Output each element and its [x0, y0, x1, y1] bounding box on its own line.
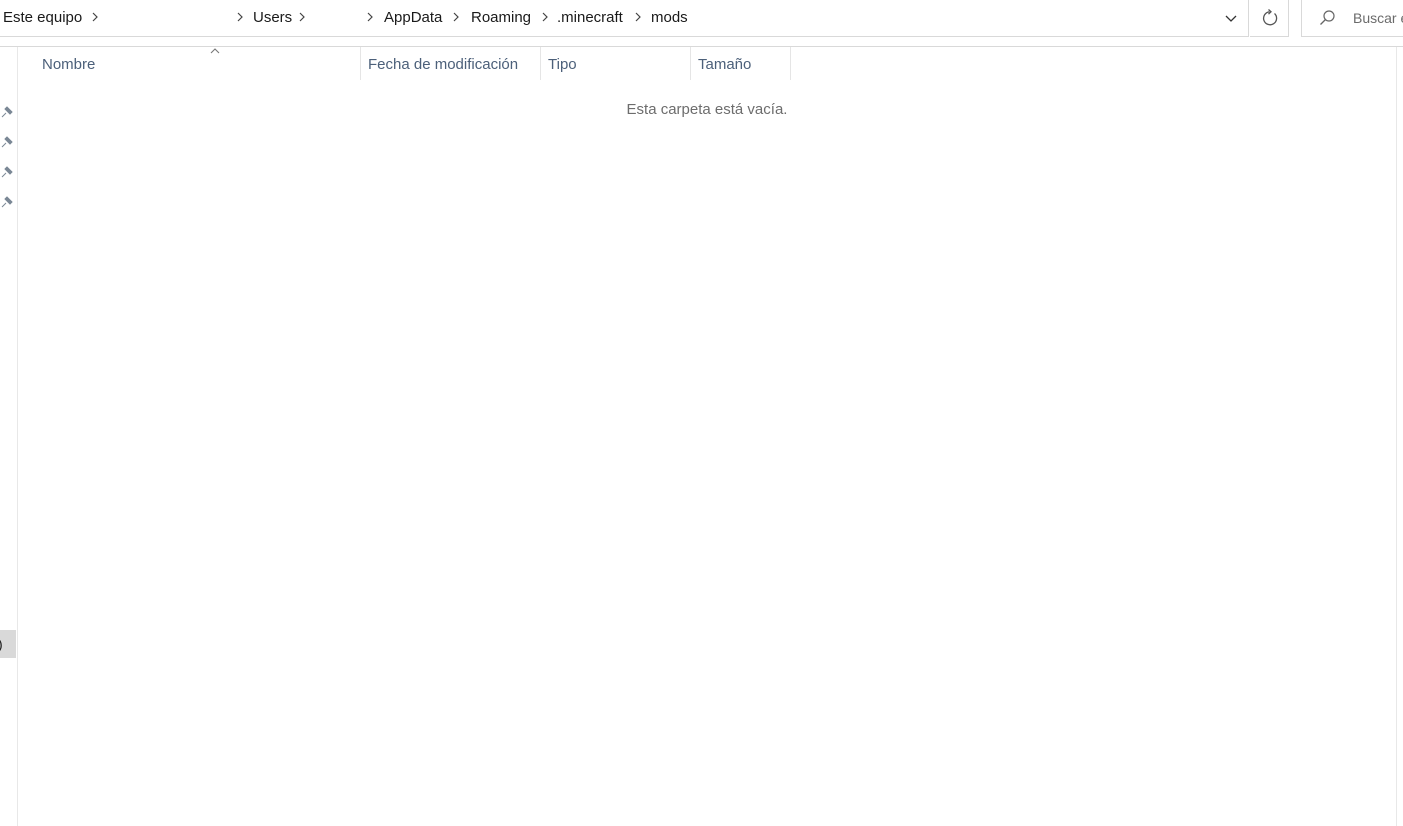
nav-item-selected-label: )	[0, 636, 3, 652]
column-header-label: Fecha de modificación	[368, 56, 519, 73]
breadcrumb-minecraft[interactable]: .minecraft	[557, 9, 623, 26]
pin-icon[interactable]	[0, 135, 14, 149]
chevron-down-icon[interactable]	[1213, 0, 1249, 36]
pin-icon[interactable]	[0, 165, 14, 179]
chevron-right-icon[interactable]	[450, 9, 462, 25]
chevron-right-icon[interactable]	[364, 9, 376, 25]
breadcrumb-users[interactable]: Users	[253, 9, 292, 26]
search-placeholder: Buscar e	[1353, 10, 1403, 26]
chevron-right-icon[interactable]	[632, 9, 644, 25]
column-header-label: Nombre	[42, 56, 96, 73]
breadcrumb-este-equipo[interactable]: Este equipo	[3, 9, 82, 26]
chevron-right-icon[interactable]	[296, 9, 308, 25]
column-header-tipo[interactable]: Tipo	[541, 47, 691, 80]
column-header-nombre[interactable]: Nombre	[18, 47, 361, 80]
column-header-label: Tipo	[548, 56, 577, 73]
address-bar[interactable]: Este equipo Users AppData Roaming .minec…	[0, 0, 1249, 37]
empty-folder-message: Esta carpeta está vacía.	[626, 101, 788, 118]
pin-icon[interactable]	[0, 195, 14, 209]
breadcrumb-mods[interactable]: mods	[651, 9, 688, 26]
column-header-tamano[interactable]: Tamaño	[691, 47, 791, 80]
refresh-icon	[1262, 9, 1278, 26]
chevron-right-icon[interactable]	[89, 9, 101, 25]
sort-ascending-icon	[210, 48, 220, 54]
refresh-button[interactable]	[1250, 0, 1289, 37]
chevron-right-icon[interactable]	[234, 9, 246, 25]
search-icon	[1320, 10, 1335, 25]
nav-item-selected[interactable]: )	[0, 630, 16, 658]
breadcrumb-appdata[interactable]: AppData	[384, 9, 442, 26]
navigation-pane[interactable]: )	[0, 47, 18, 826]
content-pane-border	[1396, 47, 1397, 826]
column-header-fecha[interactable]: Fecha de modificación	[361, 47, 541, 80]
breadcrumb-roaming[interactable]: Roaming	[471, 9, 531, 26]
column-header-label: Tamaño	[698, 56, 752, 73]
file-explorer-window: Este equipo Users AppData Roaming .minec…	[0, 0, 1403, 826]
chevron-right-icon[interactable]	[539, 9, 551, 25]
search-input[interactable]: Buscar e	[1301, 0, 1403, 37]
